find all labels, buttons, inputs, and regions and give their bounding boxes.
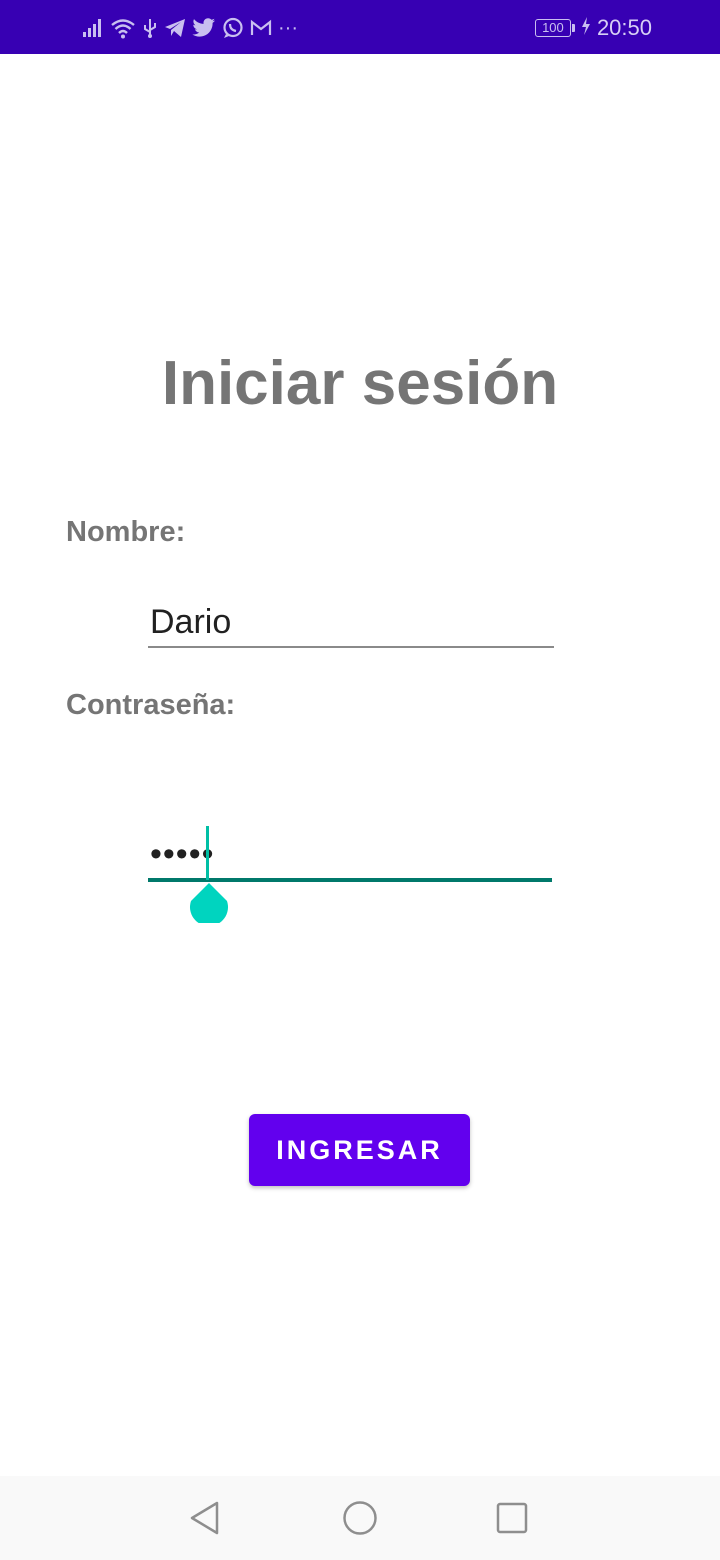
name-field[interactable] <box>148 598 554 648</box>
more-notifications-icon: ··· <box>278 17 298 39</box>
cursor-handle-icon[interactable] <box>189 883 229 927</box>
battery-icon: 100 <box>534 19 575 37</box>
recents-icon[interactable] <box>494 1500 530 1536</box>
login-screen: ··· 100 20:50 Iniciar sesión Nombre: Con… <box>0 0 720 1560</box>
name-label: Nombre: <box>66 516 186 548</box>
system-indicators: 100 20:50 <box>534 14 652 42</box>
text-cursor <box>206 826 209 880</box>
navigation-bar <box>0 1476 720 1560</box>
charging-icon <box>581 16 591 41</box>
signal-icon <box>82 18 104 38</box>
status-bar: ··· 100 20:50 <box>0 0 720 54</box>
home-icon[interactable] <box>342 1500 378 1536</box>
usb-icon <box>142 17 158 39</box>
twitter-icon <box>192 18 216 38</box>
page-title: Iniciar sesión <box>161 349 559 418</box>
back-icon[interactable] <box>187 1500 223 1536</box>
whatsapp-icon <box>222 17 244 39</box>
clock: 20:50 <box>596 15 652 40</box>
telegram-icon <box>164 18 186 38</box>
password-label: Contraseña: <box>66 689 236 721</box>
wifi-icon <box>110 17 136 39</box>
notification-icons: ··· <box>82 14 298 42</box>
ingresar-button[interactable]: INGRESAR <box>249 1114 470 1186</box>
gmail-icon <box>250 19 272 37</box>
